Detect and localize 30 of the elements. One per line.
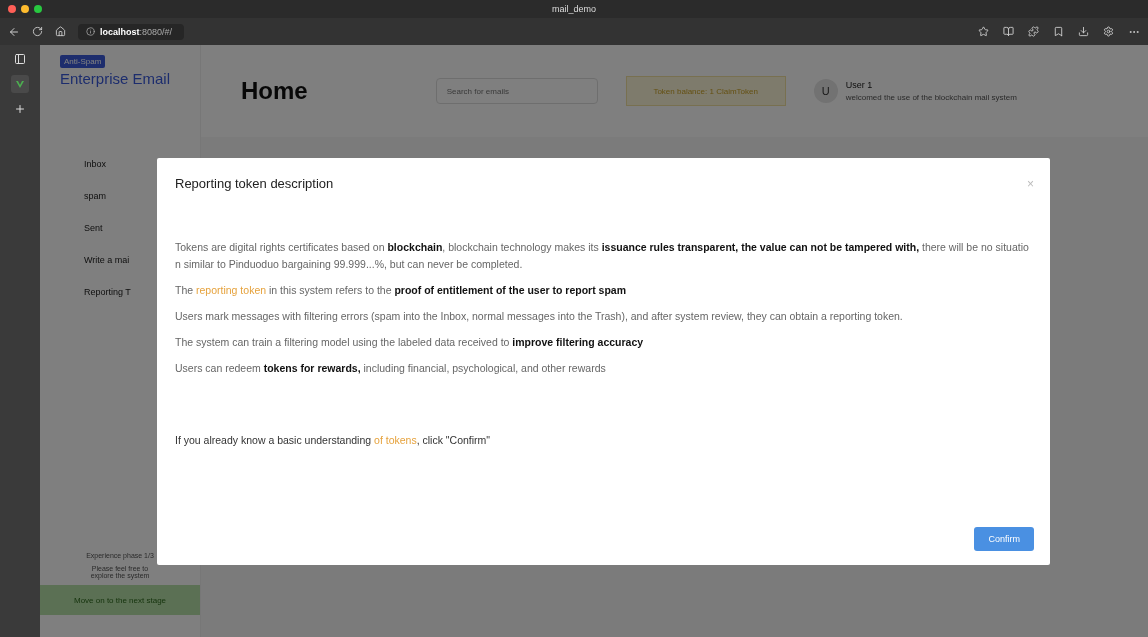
- window-controls[interactable]: [8, 5, 42, 13]
- new-tab-icon[interactable]: [14, 103, 26, 115]
- paragraph: Users can redeem tokens for rewards, including financial, psychological, and other rewards: [175, 361, 607, 376]
- paragraph: The system can train a filtering model using the labeled data received to improve filtering accuracy: [175, 335, 645, 350]
- dialog-title: Reporting token description: [175, 176, 334, 191]
- confirm-button[interactable]: Confirm: [974, 527, 1034, 551]
- puzzle-icon[interactable]: [1028, 26, 1039, 37]
- page-title: Home: [241, 77, 308, 105]
- home-icon[interactable]: [55, 26, 66, 37]
- bookmark-icon[interactable]: [1053, 26, 1064, 37]
- star-icon[interactable]: [978, 26, 989, 37]
- greeting-text: welcomed the use of the blockchain mail system: [845, 93, 1017, 102]
- avatar: U: [813, 79, 838, 103]
- brand-badge: Anti-Spam: [60, 55, 106, 68]
- user-name: User 1: [845, 80, 874, 90]
- window-title: mail_demo: [552, 4, 596, 14]
- settings-icon[interactable]: [1103, 26, 1114, 37]
- brand-name: Enterprise Email: [60, 70, 171, 87]
- back-icon[interactable]: [8, 25, 20, 38]
- reload-icon[interactable]: [32, 26, 43, 37]
- book-icon[interactable]: [1003, 26, 1014, 37]
- paragraph: Users mark messages with filtering errors (spam into the Inbox, normal messages into the Trash), and after system review, they can obtain a reporting token.: [175, 309, 904, 324]
- download-icon[interactable]: [1078, 26, 1089, 37]
- tab-favicon-icon[interactable]: [11, 75, 29, 93]
- panel-icon[interactable]: [14, 53, 26, 65]
- search-field[interactable]: Search for emails: [435, 78, 598, 104]
- address-bar[interactable]: localhost:8080/#/: [78, 23, 184, 40]
- confirm-note: If you already know a basic understanding of tokens, click "Confirm": [175, 433, 492, 448]
- paragraph: Tokens are digital rights certificates based on blockchain, blockchain technology makes its issuance rules transparent, the value can not be tampered with, there will be no situation similar to Pinduoduo bargaining 99.999...%, but can never be completed.: [175, 240, 1030, 272]
- paragraph: The reporting token in this system refers to the proof of entitlement of the user to report spam: [175, 283, 628, 298]
